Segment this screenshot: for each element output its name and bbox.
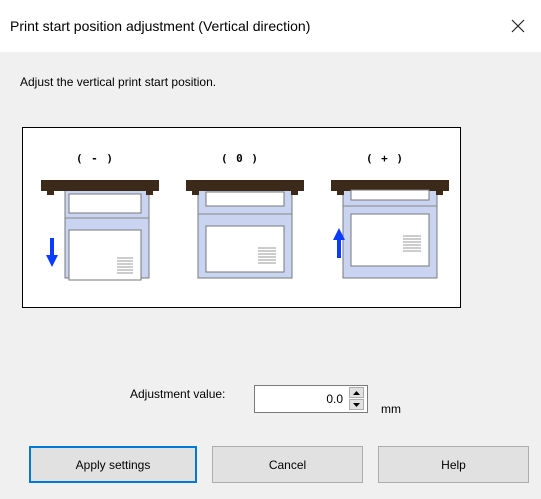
position-illustration: ( - ) ( 0 ) ( + ) xyxy=(22,127,461,308)
chevron-up-icon xyxy=(353,390,360,395)
adjustment-spinner xyxy=(349,387,366,411)
printer-figure-zero xyxy=(186,180,304,279)
title-bar: Print start position adjustment (Vertica… xyxy=(0,0,541,52)
printer-figure-minus xyxy=(41,180,159,281)
spin-down-button[interactable] xyxy=(349,399,364,410)
adjustment-value-label: Adjustment value: xyxy=(130,387,226,401)
adjustment-value-field xyxy=(254,385,368,413)
help-button[interactable]: Help xyxy=(378,446,529,483)
cancel-button[interactable]: Cancel xyxy=(212,446,363,483)
close-icon xyxy=(511,19,525,33)
adjustment-value-input[interactable] xyxy=(257,388,345,410)
position-label-minus: ( - ) xyxy=(75,152,115,165)
arrow-down-icon xyxy=(46,238,58,267)
spin-up-button[interactable] xyxy=(349,387,364,398)
close-button[interactable] xyxy=(495,0,541,52)
window-title: Print start position adjustment (Vertica… xyxy=(10,18,311,34)
instruction-text: Adjust the vertical print start position… xyxy=(20,75,217,89)
chevron-down-icon xyxy=(353,402,360,407)
position-label-zero: ( 0 ) xyxy=(220,152,260,165)
unit-label: mm xyxy=(381,402,401,416)
printer-figure-plus xyxy=(331,180,449,279)
apply-settings-button[interactable]: Apply settings xyxy=(29,446,197,483)
position-label-plus: ( + ) xyxy=(365,152,405,165)
